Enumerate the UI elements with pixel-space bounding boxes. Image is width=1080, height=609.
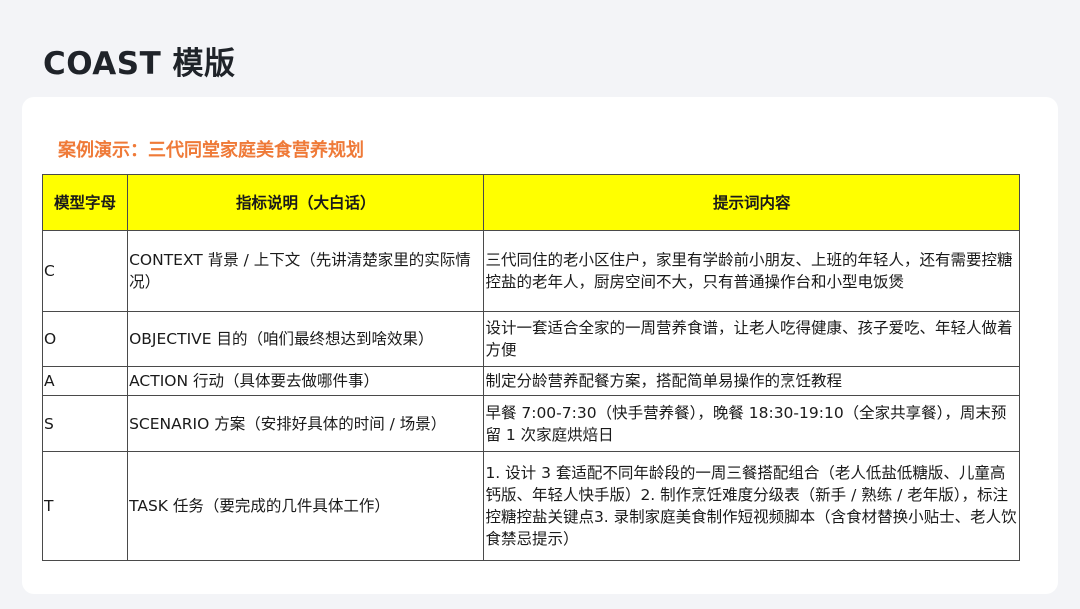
row-indicator: ACTION 行动（具体要去做哪件事） <box>127 366 485 396</box>
table-row: S SCENARIO 方案（安排好具体的时间 / 场景） 早餐 7:00-7:3… <box>41 395 1020 452</box>
row-content: 早餐 7:00-7:30（快手营养餐），晚餐 18:30-19:10（全家共享餐… <box>483 395 1020 452</box>
header-indicator: 指标说明（大白话） <box>127 174 485 231</box>
row-content: 设计一套适合全家的一周营养食谱，让老人吃得健康、孩子爱吃、年轻人做着方便 <box>483 311 1020 367</box>
case-title: 案例演示：三代同堂家庭美食营养规划 <box>58 140 364 161</box>
row-letter: C <box>41 230 129 312</box>
row-content: 制定分龄营养配餐方案，搭配简单易操作的烹饪教程 <box>483 366 1020 396</box>
row-letter: A <box>41 366 129 396</box>
table-row: C CONTEXT 背景 / 上下文（先讲清楚家里的实际情况） 三代同住的老小区… <box>41 230 1020 312</box>
row-letter: T <box>41 451 129 561</box>
header-content: 提示词内容 <box>483 174 1020 231</box>
row-indicator: TASK 任务（要完成的几件具体工作） <box>127 451 485 561</box>
row-letter: O <box>41 311 129 367</box>
table-header-row: 模型字母 指标说明（大白话） 提示词内容 <box>41 174 1020 231</box>
row-indicator: OBJECTIVE 目的（咱们最终想达到啥效果） <box>127 311 485 367</box>
row-content: 1. 设计 3 套适配不同年龄段的一周三餐搭配组合（老人低盐低糖版、儿童高钙版、… <box>483 451 1020 561</box>
table-row: T TASK 任务（要完成的几件具体工作） 1. 设计 3 套适配不同年龄段的一… <box>41 451 1020 561</box>
row-indicator: CONTEXT 背景 / 上下文（先讲清楚家里的实际情况） <box>127 230 485 312</box>
page-title: COAST 模版 <box>43 46 236 82</box>
row-letter: S <box>41 395 129 452</box>
table-row: O OBJECTIVE 目的（咱们最终想达到啥效果） 设计一套适合全家的一周营养… <box>41 311 1020 367</box>
header-letter: 模型字母 <box>41 174 129 231</box>
table-row: A ACTION 行动（具体要去做哪件事） 制定分龄营养配餐方案，搭配简单易操作… <box>41 366 1020 396</box>
row-indicator: SCENARIO 方案（安排好具体的时间 / 场景） <box>127 395 485 452</box>
coast-table: 模型字母 指标说明（大白话） 提示词内容 C CONTEXT 背景 / 上下文（… <box>41 174 1020 561</box>
row-content: 三代同住的老小区住户，家里有学龄前小朋友、上班的年轻人，还有需要控糖控盐的老年人… <box>483 230 1020 312</box>
